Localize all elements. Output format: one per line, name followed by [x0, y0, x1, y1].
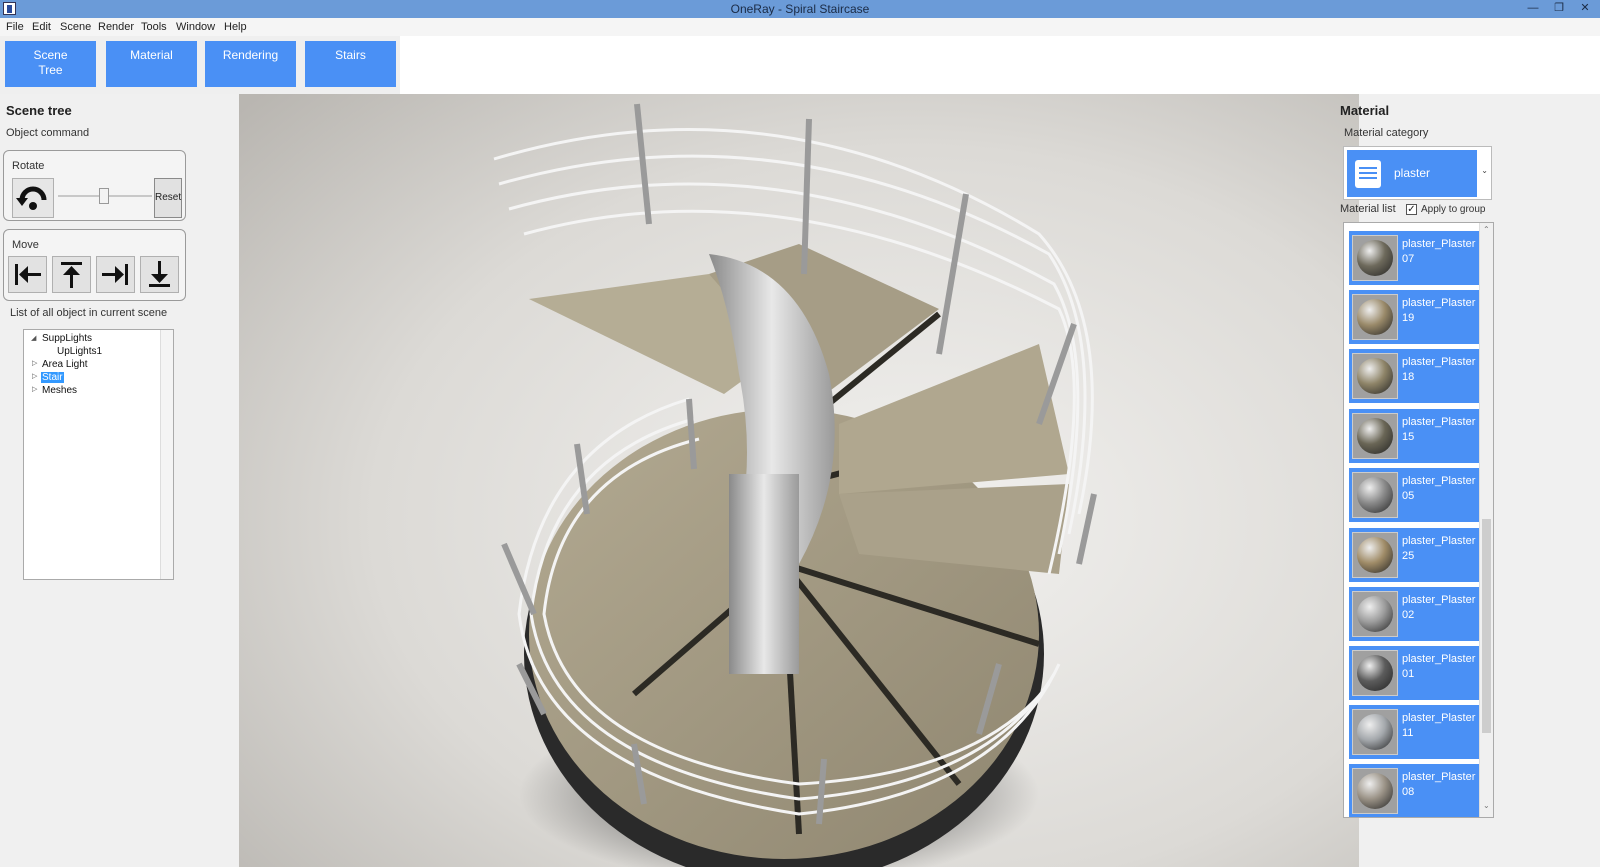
material-item[interactable]: plaster_Plaster15	[1349, 409, 1480, 463]
move-label: Move	[12, 239, 39, 251]
material-preview-sphere	[1352, 650, 1398, 696]
material-item[interactable]: plaster_Plaster11	[1349, 705, 1480, 759]
spiral-staircase-render	[239, 94, 1359, 867]
rotate-label: Rotate	[12, 160, 45, 172]
material-item[interactable]: plaster_Plaster07	[1349, 231, 1480, 285]
apply-to-group-checkbox[interactable]: ✓	[1406, 204, 1417, 215]
material-name: plaster_Plaster01	[1402, 653, 1476, 680]
scrollbar-thumb[interactable]	[1482, 519, 1491, 733]
chevron-down-icon[interactable]: ⌄	[1481, 166, 1488, 175]
material-preview-sphere	[1352, 235, 1398, 281]
scroll-up-icon[interactable]: ⌃	[1483, 225, 1490, 234]
material-name: plaster_Plaster05	[1402, 475, 1476, 502]
material-preview-sphere	[1352, 413, 1398, 459]
material-item[interactable]: plaster_Plaster02	[1349, 587, 1480, 641]
collapse-arrow-icon[interactable]: ◢	[31, 334, 36, 342]
render-viewport[interactable]	[239, 94, 1359, 867]
material-item[interactable]: plaster_Plaster25	[1349, 528, 1480, 582]
rendering-button[interactable]: Rendering	[205, 41, 296, 87]
tree-item-uplights1[interactable]: UpLights1	[57, 346, 102, 357]
rotate-group: Rotate Reset	[3, 150, 186, 221]
category-icon	[1355, 160, 1381, 188]
material-list[interactable]: plaster_Plaster07 plaster_Plaster19 plas…	[1343, 222, 1494, 818]
material-item[interactable]: plaster_Plaster05	[1349, 468, 1480, 522]
reset-button[interactable]: Reset	[154, 178, 182, 218]
object-list-label: List of all object in current scene	[10, 307, 168, 319]
material-category-dropdown[interactable]: plaster ⌄	[1343, 146, 1492, 200]
material-name: plaster_Plaster02	[1402, 594, 1476, 621]
material-list-scrollbar[interactable]: ⌃ ⌄	[1479, 223, 1493, 817]
expand-arrow-icon[interactable]: ▷	[32, 359, 37, 367]
expand-arrow-icon[interactable]: ▷	[32, 372, 37, 380]
restore-icon[interactable]: ❐	[1546, 0, 1572, 18]
material-preview-sphere	[1352, 532, 1398, 578]
expand-arrow-icon[interactable]: ▷	[32, 385, 37, 393]
material-name: plaster_Plaster07	[1402, 238, 1476, 265]
material-preview-sphere	[1352, 472, 1398, 518]
material-button[interactable]: Material	[106, 41, 197, 87]
apply-to-group-label: Apply to group	[1421, 204, 1486, 215]
object-command-label: Object command	[6, 127, 90, 139]
tree-item-meshes[interactable]: Meshes	[42, 385, 77, 396]
material-name: plaster_Plaster08	[1402, 771, 1476, 798]
material-item[interactable]: plaster_Plaster19	[1349, 290, 1480, 344]
menu-edit[interactable]: Edit	[32, 21, 51, 33]
menu-render[interactable]: Render	[98, 21, 134, 33]
material-item[interactable]: plaster_Plaster18	[1349, 349, 1480, 403]
stairs-button[interactable]: Stairs	[305, 41, 396, 87]
material-name: plaster_Plaster25	[1402, 535, 1476, 562]
rotate-icon[interactable]	[12, 178, 54, 218]
menu-scene[interactable]: Scene	[60, 21, 91, 33]
material-title: Material	[1340, 103, 1390, 118]
rotate-slider-thumb[interactable]	[99, 188, 109, 204]
close-icon[interactable]: ✕	[1572, 0, 1598, 18]
material-category-label: Material category	[1344, 127, 1429, 139]
title-bar: OneRay - Spiral Staircase — ❐ ✕	[0, 0, 1600, 18]
material-name: plaster_Plaster11	[1402, 712, 1476, 739]
tree-item-supplights[interactable]: SuppLights	[42, 333, 92, 344]
menu-help[interactable]: Help	[224, 21, 247, 33]
material-name: plaster_Plaster19	[1402, 297, 1476, 324]
material-item[interactable]: plaster_Plaster01	[1349, 646, 1480, 700]
material-preview-sphere	[1352, 768, 1398, 814]
tree-item-area-light[interactable]: Area Light	[42, 359, 88, 370]
category-value: plaster	[1394, 166, 1431, 180]
move-left-icon[interactable]	[8, 256, 47, 293]
tree-item-stair[interactable]: Stair	[41, 372, 64, 383]
material-category-selected[interactable]: plaster	[1347, 150, 1477, 197]
ribbon: Scene Tree Material Rendering Stairs	[0, 36, 1600, 94]
menu-file[interactable]: File	[6, 21, 24, 33]
scroll-down-icon[interactable]: ⌄	[1483, 801, 1490, 810]
tree-scrollbar[interactable]	[160, 330, 173, 579]
material-name: plaster_Plaster15	[1402, 416, 1476, 443]
scene-tree-view[interactable]: ◢ SuppLights UpLights1 ▷ Area Light ▷ St…	[23, 329, 174, 580]
material-name: plaster_Plaster18	[1402, 356, 1476, 383]
scene-tree-title: Scene tree	[6, 103, 72, 118]
menu-bar: File Edit Scene Render Tools Window Help	[0, 18, 1600, 36]
move-right-icon[interactable]	[96, 256, 135, 293]
menu-tools[interactable]: Tools	[141, 21, 167, 33]
menu-window[interactable]: Window	[176, 21, 215, 33]
material-preview-sphere	[1352, 591, 1398, 637]
material-preview-sphere	[1352, 294, 1398, 340]
window-title: OneRay - Spiral Staircase	[730, 2, 870, 16]
material-list-label: Material list	[1340, 203, 1396, 215]
material-preview-sphere	[1352, 709, 1398, 755]
scene-tree-button[interactable]: Scene Tree	[5, 41, 96, 87]
move-up-icon[interactable]	[52, 256, 91, 293]
minimize-icon[interactable]: —	[1520, 0, 1546, 18]
move-down-icon[interactable]	[140, 256, 179, 293]
material-item[interactable]: plaster_Plaster08	[1349, 764, 1480, 817]
material-preview-sphere	[1352, 353, 1398, 399]
move-group: Move	[3, 229, 186, 301]
